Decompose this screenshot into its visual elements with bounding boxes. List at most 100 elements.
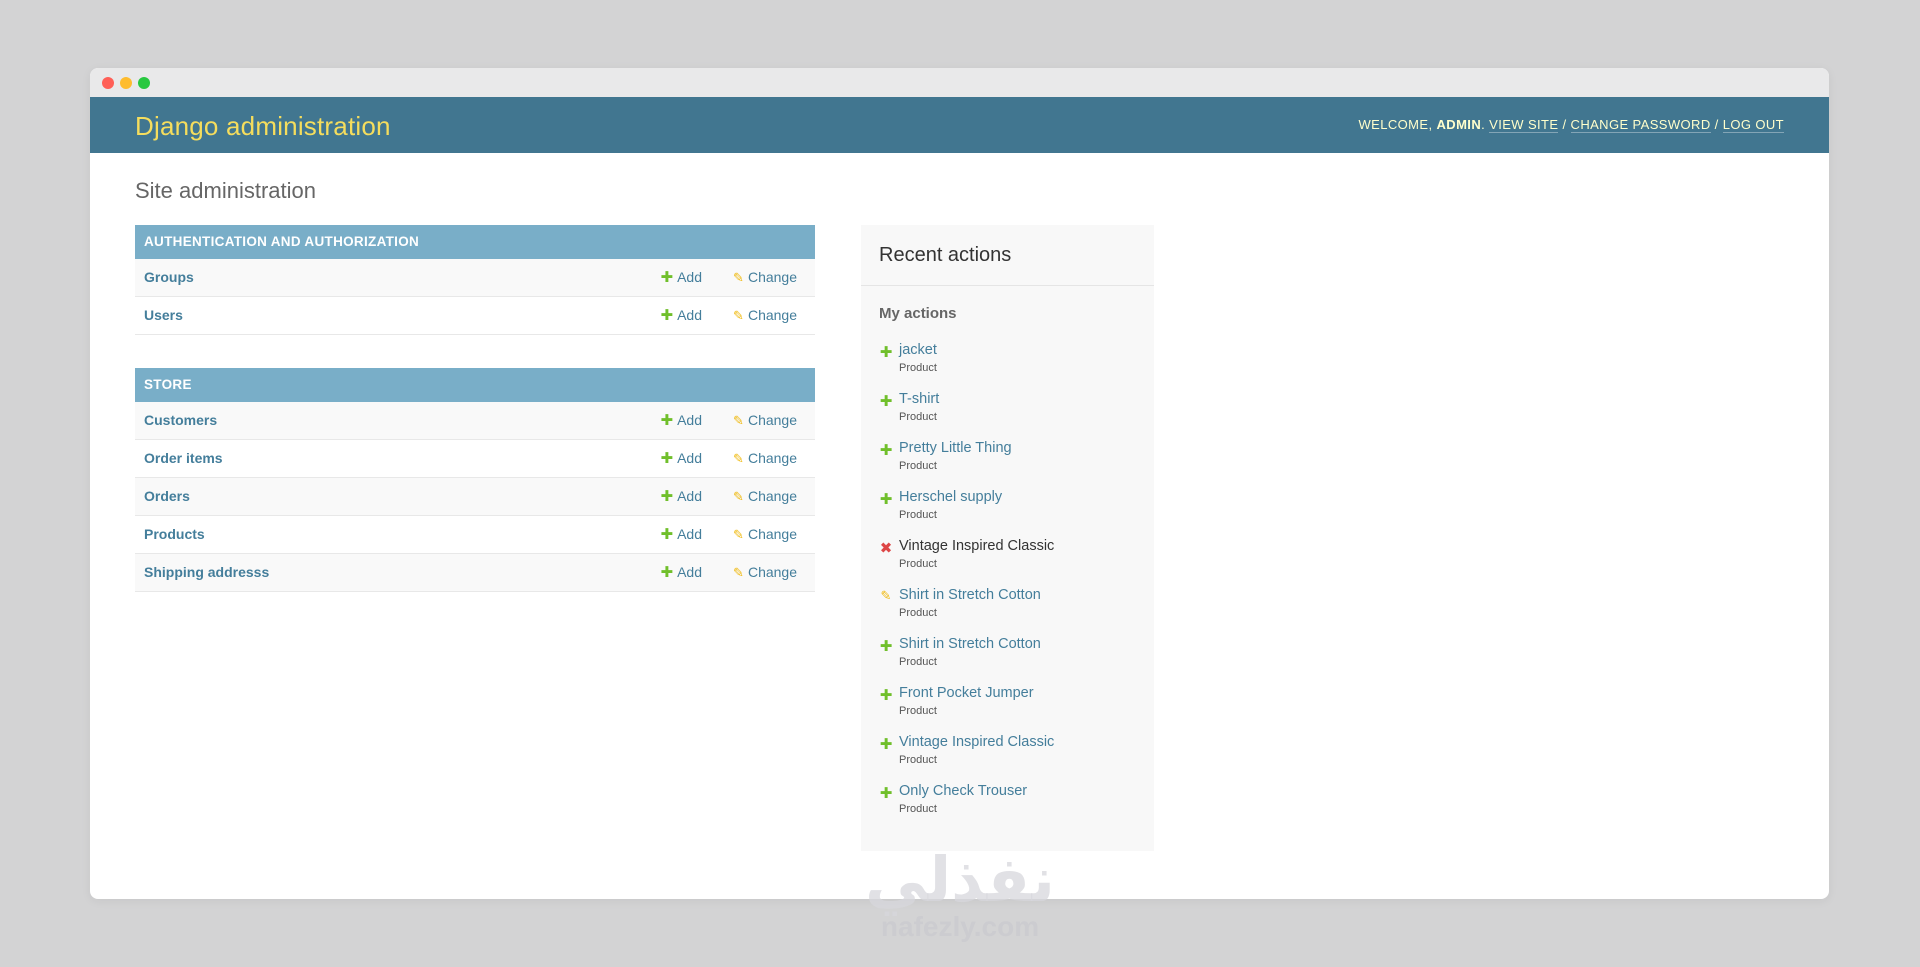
model-link-users[interactable]: Users bbox=[144, 297, 183, 334]
module-caption[interactable]: Authentication and Authorization bbox=[135, 225, 815, 259]
add-label: Add bbox=[677, 564, 702, 580]
change-label: Change bbox=[747, 269, 797, 285]
action-object-link[interactable]: Shirt in Stretch Cotton bbox=[899, 636, 1041, 652]
change-groups-button[interactable]: ✎ Change bbox=[733, 259, 797, 296]
model-row-order-items: Order items ✚ Add ✎ Change bbox=[135, 440, 815, 478]
add-orders-button[interactable]: ✚ Add bbox=[661, 478, 703, 515]
add-label: Add bbox=[677, 412, 702, 428]
list-item: ✚ jacket Product bbox=[879, 341, 1139, 390]
model-row-products: Products ✚ Add ✎ Change bbox=[135, 516, 815, 554]
change-shipping-addresss-button[interactable]: ✎ Change bbox=[733, 554, 797, 591]
model-row-groups: Groups ✚ Add ✎ Change bbox=[135, 259, 815, 297]
log-out-link[interactable]: Log out bbox=[1722, 117, 1784, 133]
change-label: Change bbox=[747, 307, 797, 323]
admin-header: Django administration Welcome, admin. Vi… bbox=[90, 97, 1829, 153]
pencil-icon: ✎ bbox=[880, 588, 892, 603]
plus-icon: ✚ bbox=[879, 638, 893, 655]
module-caption[interactable]: Store bbox=[135, 368, 815, 402]
plus-icon: ✚ bbox=[879, 344, 893, 361]
module-authentication: Authentication and Authorization Groups … bbox=[135, 225, 815, 335]
pencil-icon: ✎ bbox=[733, 451, 744, 466]
add-customers-button[interactable]: ✚ Add bbox=[661, 402, 703, 439]
maximize-window-dot[interactable] bbox=[138, 77, 150, 89]
pencil-icon: ✎ bbox=[733, 308, 744, 323]
add-label: Add bbox=[677, 450, 702, 466]
action-object-link[interactable]: Vintage Inspired Classic bbox=[899, 734, 1054, 750]
change-label: Change bbox=[747, 526, 797, 542]
model-link-products[interactable]: Products bbox=[144, 516, 205, 553]
action-object-link[interactable]: jacket bbox=[899, 342, 937, 358]
list-item: ✚ T-shirt Product bbox=[879, 390, 1139, 439]
add-users-button[interactable]: ✚ Add bbox=[661, 297, 703, 334]
model-row-shipping-addresss: Shipping addresss ✚ Add ✎ Change bbox=[135, 554, 815, 592]
watermark-url: nafezly.com bbox=[880, 911, 1040, 942]
change-label: Change bbox=[747, 450, 797, 466]
model-link-shipping-addresss[interactable]: Shipping addresss bbox=[144, 554, 269, 591]
site-branding-link[interactable]: Django administration bbox=[135, 111, 391, 142]
model-link-groups[interactable]: Groups bbox=[144, 259, 194, 296]
add-shipping-addresss-button[interactable]: ✚ Add bbox=[661, 554, 703, 591]
window-titlebar bbox=[90, 68, 1829, 97]
add-label: Add bbox=[677, 269, 702, 285]
model-link-orders[interactable]: Orders bbox=[144, 478, 190, 515]
action-content-type: Product bbox=[899, 362, 937, 374]
action-object-link[interactable]: Shirt in Stretch Cotton bbox=[899, 587, 1041, 603]
list-item: ✖ Vintage Inspired Classic Product bbox=[879, 537, 1139, 586]
user-tools: Welcome, admin. View site / Change passw… bbox=[1358, 117, 1784, 133]
change-products-button[interactable]: ✎ Change bbox=[733, 516, 797, 553]
plus-icon: ✚ bbox=[660, 488, 674, 505]
view-site-link[interactable]: View site bbox=[1489, 117, 1559, 133]
plus-icon: ✚ bbox=[879, 491, 893, 508]
my-actions-heading: My actions bbox=[879, 305, 957, 322]
plus-icon: ✚ bbox=[879, 393, 893, 410]
action-object-link[interactable]: Herschel supply bbox=[899, 489, 1002, 505]
minimize-window-dot[interactable] bbox=[120, 77, 132, 89]
list-item: ✚ Shirt in Stretch Cotton Product bbox=[879, 635, 1139, 684]
action-content-type: Product bbox=[899, 460, 937, 472]
action-object-link[interactable]: Only Check Trouser bbox=[899, 783, 1027, 799]
change-label: Change bbox=[747, 488, 797, 504]
change-customers-button[interactable]: ✎ Change bbox=[733, 402, 797, 439]
model-link-customers[interactable]: Customers bbox=[144, 402, 217, 439]
add-label: Add bbox=[677, 526, 702, 542]
action-object-link[interactable]: Front Pocket Jumper bbox=[899, 685, 1034, 701]
action-object-name: Vintage Inspired Classic bbox=[899, 538, 1055, 554]
action-content-type: Product bbox=[899, 509, 937, 521]
pencil-icon: ✎ bbox=[733, 489, 744, 504]
plus-icon: ✚ bbox=[879, 736, 893, 753]
action-content-type: Product bbox=[899, 705, 937, 717]
pencil-icon: ✎ bbox=[733, 413, 744, 428]
plus-icon: ✚ bbox=[660, 269, 674, 286]
change-order-items-button[interactable]: ✎ Change bbox=[733, 440, 797, 477]
model-row-orders: Orders ✚ Add ✎ Change bbox=[135, 478, 815, 516]
action-content-type: Product bbox=[899, 558, 937, 570]
pencil-icon: ✎ bbox=[733, 270, 744, 285]
plus-icon: ✚ bbox=[879, 785, 893, 802]
change-label: Change bbox=[747, 412, 797, 428]
add-label: Add bbox=[677, 488, 702, 504]
add-groups-button[interactable]: ✚ Add bbox=[661, 259, 703, 296]
action-content-type: Product bbox=[899, 607, 937, 619]
action-list: ✚ jacket Product ✚ T-shirt Product ✚ Pre… bbox=[879, 341, 1139, 831]
add-products-button[interactable]: ✚ Add bbox=[661, 516, 703, 553]
pencil-icon: ✎ bbox=[733, 527, 744, 542]
change-label: Change bbox=[747, 564, 797, 580]
action-content-type: Product bbox=[899, 656, 937, 668]
plus-icon: ✚ bbox=[879, 442, 893, 459]
add-order-items-button[interactable]: ✚ Add bbox=[661, 440, 703, 477]
plus-icon: ✚ bbox=[660, 412, 674, 429]
change-orders-button[interactable]: ✎ Change bbox=[733, 478, 797, 515]
action-object-link[interactable]: Pretty Little Thing bbox=[899, 440, 1012, 456]
welcome-text: Welcome, bbox=[1358, 117, 1433, 132]
change-users-button[interactable]: ✎ Change bbox=[733, 297, 797, 334]
list-item: ✚ Pretty Little Thing Product bbox=[879, 439, 1139, 488]
model-link-order-items[interactable]: Order items bbox=[144, 440, 223, 477]
change-password-link[interactable]: Change password bbox=[1570, 117, 1711, 133]
action-content-type: Product bbox=[899, 411, 937, 423]
delete-icon: ✖ bbox=[879, 540, 893, 557]
close-window-dot[interactable] bbox=[102, 77, 114, 89]
list-item: ✎ Shirt in Stretch Cotton Product bbox=[879, 586, 1139, 635]
model-row-customers: Customers ✚ Add ✎ Change bbox=[135, 402, 815, 440]
list-item: ✚ Only Check Trouser Product bbox=[879, 782, 1139, 831]
action-object-link[interactable]: T-shirt bbox=[899, 391, 939, 407]
